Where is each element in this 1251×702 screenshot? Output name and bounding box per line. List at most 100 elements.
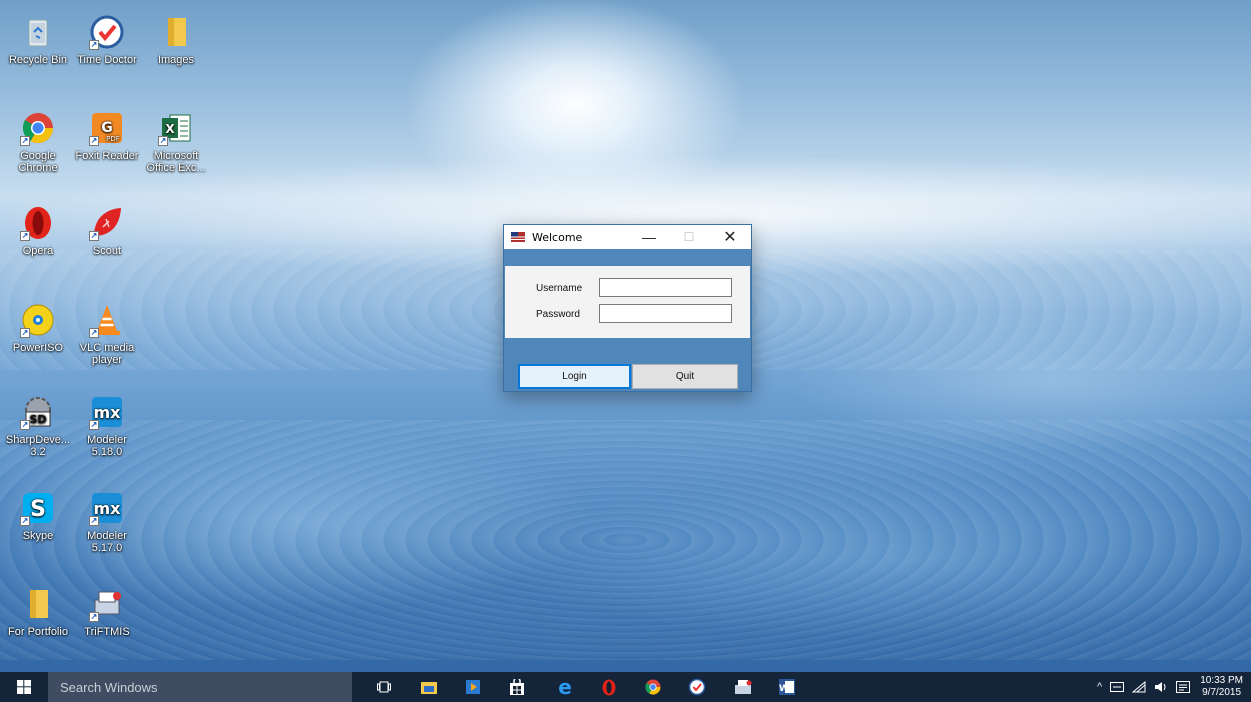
desktop-icon-foxit-reader[interactable]: G PDF ↗ Foxit Reader xyxy=(74,110,140,162)
shortcut-arrow-icon: ↗ xyxy=(20,231,30,241)
vlc-icon: ↗ xyxy=(89,302,125,338)
desktop-icon-label: Google Chrome xyxy=(18,150,58,174)
login-button[interactable]: Login xyxy=(518,364,631,389)
time-doctor-taskbar-icon[interactable] xyxy=(686,676,708,698)
password-label: Password xyxy=(536,309,580,320)
close-button[interactable]: ✕ xyxy=(713,225,747,249)
desktop-icon-vlc[interactable]: ↗ VLC media player xyxy=(74,302,140,366)
desktop-icon-modeler-5-17[interactable]: mx ↗ Modeler 5.17.0 xyxy=(74,490,140,554)
clock-time: 10:33 PM xyxy=(1200,675,1243,686)
start-button[interactable] xyxy=(0,672,48,702)
input-method-icon[interactable] xyxy=(1110,682,1125,692)
folder-icon xyxy=(158,14,194,50)
desktop-icon-modeler-5-18[interactable]: mx ↗ Modeler 5.18.0 xyxy=(74,394,140,458)
shortcut-arrow-icon: ↗ xyxy=(20,516,30,526)
svg-text:G: G xyxy=(101,120,113,136)
foxit-reader-icon: G PDF ↗ xyxy=(89,110,125,146)
maximize-button[interactable]: ☐ xyxy=(672,225,706,249)
dialog-titlebar[interactable]: Welcome — ☐ ✕ xyxy=(504,225,751,249)
desktop-icon-time-doctor[interactable]: ↗ Time Doctor xyxy=(74,14,140,66)
windows-logo-icon xyxy=(17,680,31,694)
svg-text:SD: SD xyxy=(29,413,46,426)
desktop-icon-label: Modeler 5.17.0 xyxy=(87,530,127,554)
word-taskbar-icon[interactable]: W xyxy=(776,676,798,698)
chrome-icon: ↗ xyxy=(20,110,56,146)
desktop-icon-label: Recycle Bin xyxy=(8,54,68,66)
shortcut-arrow-icon: ↗ xyxy=(20,136,30,146)
desktop-icon-label: Images xyxy=(157,54,195,66)
username-input[interactable] xyxy=(599,278,732,297)
shortcut-arrow-icon: ↗ xyxy=(89,40,99,50)
desktop-icon-label: TriFTMIS xyxy=(84,626,130,638)
desktop-icon-scout[interactable]: ↗ Scout xyxy=(74,205,140,257)
shortcut-arrow-icon: ↗ xyxy=(158,136,168,146)
dialog-title: Welcome xyxy=(532,230,583,244)
svg-text:W: W xyxy=(779,684,789,694)
shortcut-arrow-icon: ↗ xyxy=(89,136,99,146)
desktop-icon-opera[interactable]: ↗ Opera xyxy=(5,205,71,257)
quit-button[interactable]: Quit xyxy=(632,364,738,389)
opera-icon: ↗ xyxy=(20,205,56,241)
shortcut-arrow-icon: ↗ xyxy=(20,328,30,338)
minimize-button[interactable]: — xyxy=(632,225,666,249)
excel-icon: X ↗ xyxy=(158,110,194,146)
system-tray: ^ 10:33 PM 9/7/2015 xyxy=(1093,672,1251,702)
desktop-icon-label: Foxit Reader xyxy=(75,150,139,162)
shortcut-arrow-icon: ↗ xyxy=(89,328,99,338)
chrome-taskbar-icon[interactable] xyxy=(642,676,664,698)
volume-icon[interactable] xyxy=(1154,681,1168,693)
desktop-icon-images[interactable]: Images xyxy=(143,14,209,66)
desktop-icon-label: Time Doctor xyxy=(77,54,137,66)
store-icon[interactable] xyxy=(506,676,528,698)
recycle-bin-icon xyxy=(20,14,56,50)
desktop-icon-microsoft-excel[interactable]: X ↗ Microsoft Office Exc... xyxy=(143,110,209,174)
action-center-icon[interactable] xyxy=(1176,681,1191,693)
scout-icon: ↗ xyxy=(89,205,125,241)
task-view-icon[interactable] xyxy=(373,676,395,698)
file-explorer-icon[interactable] xyxy=(418,676,440,698)
wifi-icon[interactable] xyxy=(1132,681,1146,693)
desktop-icon-label: Skype xyxy=(22,530,54,542)
desktop-icon-triftmis[interactable]: ↗ TriFTMIS xyxy=(74,586,140,638)
svg-text:e: e xyxy=(558,678,572,696)
clock-date: 9/7/2015 xyxy=(1202,687,1242,698)
media-player-icon[interactable] xyxy=(462,676,484,698)
password-input[interactable] xyxy=(599,304,732,323)
folder-icon xyxy=(20,586,56,622)
welcome-dialog: Welcome — ☐ ✕ Username Password Login Qu… xyxy=(503,224,752,392)
desktop-icon-label: VLC media player xyxy=(79,342,135,366)
desktop-icon-google-chrome[interactable]: ↗ Google Chrome xyxy=(5,110,71,174)
svg-text:PDF: PDF xyxy=(106,135,120,143)
show-hidden-icons-chevron[interactable]: ^ xyxy=(1097,681,1102,693)
shortcut-arrow-icon: ↗ xyxy=(89,516,99,526)
desktop-icon-label: Microsoft Office Exc... xyxy=(146,150,206,174)
sharpdevelop-icon: SD ↗ xyxy=(20,394,56,430)
desktop-icon-poweriso[interactable]: ↗ PowerISO xyxy=(5,302,71,354)
desktop-icon-sharpdevelop[interactable]: SD ↗ SharpDeve... 3.2 xyxy=(5,394,71,458)
time-doctor-icon: ↗ xyxy=(89,14,125,50)
triftmis-icon: ↗ xyxy=(89,586,125,622)
edge-icon[interactable]: e xyxy=(554,676,576,698)
desktop-icon-for-portfolio[interactable]: For Portfolio xyxy=(5,586,71,638)
skype-icon: S ↗ xyxy=(20,490,56,526)
shortcut-arrow-icon: ↗ xyxy=(89,612,99,622)
taskbar-clock[interactable]: 10:33 PM 9/7/2015 xyxy=(1200,675,1243,699)
poweriso-icon: ↗ xyxy=(20,302,56,338)
desktop-icon-label: Opera xyxy=(22,245,54,257)
desktop-icon-label: Scout xyxy=(92,245,122,257)
desktop-icon-label: SharpDeve... 3.2 xyxy=(5,434,71,458)
mendix-modeler-icon: mx ↗ xyxy=(89,490,125,526)
opera-taskbar-icon[interactable] xyxy=(598,676,620,698)
desktop-icon-label: Modeler 5.18.0 xyxy=(87,434,127,458)
shortcut-arrow-icon: ↗ xyxy=(89,231,99,241)
app-icon xyxy=(511,232,525,242)
taskbar: Search Windows e W ^ 10:33 PM 9/7/2015 xyxy=(0,672,1251,702)
triftmis-taskbar-icon[interactable] xyxy=(732,676,754,698)
shortcut-arrow-icon: ↗ xyxy=(20,420,30,430)
desktop-icon-recycle-bin[interactable]: Recycle Bin xyxy=(5,14,71,66)
svg-text:S: S xyxy=(30,497,46,522)
desktop-icon-skype[interactable]: S ↗ Skype xyxy=(5,490,71,542)
search-box[interactable]: Search Windows xyxy=(48,672,352,702)
shortcut-arrow-icon: ↗ xyxy=(89,420,99,430)
desktop-icon-label: PowerISO xyxy=(12,342,64,354)
